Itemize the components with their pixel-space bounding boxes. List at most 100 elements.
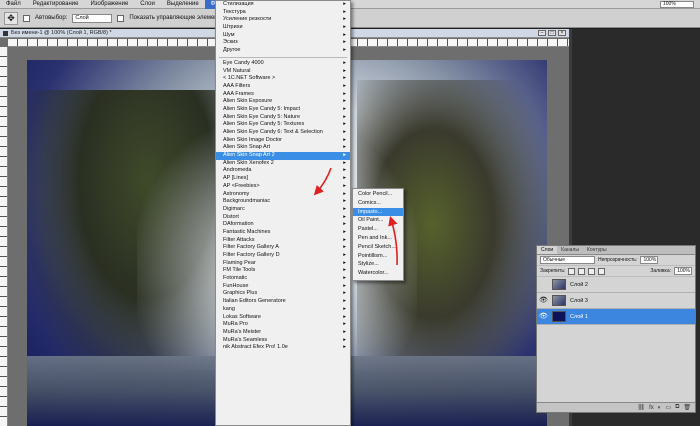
filter-menu-item[interactable]: kang (216, 306, 350, 314)
filter-menu-item[interactable]: Alien Skin Eye Candy 5: Impact (216, 106, 350, 114)
lock-transparency-icon[interactable] (568, 267, 576, 275)
menu-select[interactable]: Выделение (161, 0, 205, 9)
vertical-ruler[interactable] (0, 47, 8, 426)
submenu-item[interactable]: Pen and Ink... (353, 234, 403, 243)
filter-menu-item[interactable]: Filter Factory Gallery A (216, 244, 350, 252)
layer-style-icon[interactable]: fx (649, 405, 654, 411)
fill-field[interactable]: 100% (674, 267, 692, 275)
filter-menu-item[interactable]: Эскиз (216, 39, 350, 47)
filter-menu-item[interactable]: MuRa's Meister (216, 329, 350, 337)
blend-row: Обычные Непрозрачность: 100% (537, 255, 695, 266)
filter-menu-item[interactable]: Alien Skin Eye Candy 5: Nature (216, 114, 350, 122)
filter-menu-item[interactable]: Graphics Plus (216, 290, 350, 298)
menu-image[interactable]: Изображение (84, 0, 134, 9)
filter-menu-item[interactable]: Стилизация (216, 1, 350, 9)
filter-menu-item[interactable]: Текстура (216, 9, 350, 17)
lock-label: Закрепить: (540, 268, 566, 274)
filter-menu-item[interactable]: MuRa's Seamless (216, 337, 350, 345)
opacity-field[interactable]: 100% (640, 256, 659, 264)
zoom-field[interactable]: 100% (660, 0, 694, 8)
filter-menu-item[interactable]: DAformation (216, 221, 350, 229)
close-button[interactable]: × (558, 30, 566, 36)
filter-menu-item[interactable]: Astronomy (216, 191, 350, 199)
filter-menu-item[interactable]: Eye Candy 4000 (216, 60, 350, 68)
filter-menu-item[interactable]: VM Natural (216, 68, 350, 76)
filter-menu-item[interactable]: AAA Frames (216, 91, 350, 99)
filter-menu-item[interactable]: Alien Skin Eye Candy 5: Textures (216, 121, 350, 129)
lock-all-icon[interactable] (598, 267, 606, 275)
window-controls: – □ × (538, 30, 569, 36)
filter-menu-item[interactable]: nik Abstract Efex Pro! 1.0e (216, 344, 350, 352)
filter-menu-item[interactable]: Alien Skin Image Doctor (216, 137, 350, 145)
blend-mode-dropdown[interactable]: Обычные (540, 256, 595, 264)
tab-paths[interactable]: Контуры (583, 246, 611, 254)
filter-menu-item[interactable]: Alien Skin Exposure (216, 98, 350, 106)
filter-menu-item[interactable]: Andromeda (216, 167, 350, 175)
submenu-item[interactable]: Watercolor... (353, 269, 403, 278)
filter-menu-item[interactable]: Fantastic Machines (216, 229, 350, 237)
filter-menu: СтилизацияТекстураУсиление резкостиШтрих… (215, 0, 351, 426)
filter-menu-item[interactable]: Italian Editors Generatore (216, 298, 350, 306)
filter-menu-item[interactable]: Lokas Software (216, 314, 350, 322)
filter-menu-item[interactable]: < 1C.NET Software > (216, 75, 350, 83)
filter-menu-item[interactable]: AP [Lines] (216, 175, 350, 183)
visibility-eye-icon[interactable]: 👁 (539, 312, 548, 321)
submenu-item[interactable]: Stylize... (353, 260, 403, 269)
menu-edit[interactable]: Редактирование (27, 0, 85, 9)
submenu-item-highlighted[interactable]: Impasto... (353, 207, 403, 217)
new-layer-icon[interactable]: ⧉ (675, 404, 679, 411)
menu-file[interactable]: Файл (0, 0, 27, 9)
autoselect-dropdown[interactable]: Слой (72, 13, 113, 23)
lock-pixels-icon[interactable] (578, 267, 586, 275)
tab-layers[interactable]: Слои (537, 246, 558, 254)
submenu-item[interactable]: Color Pencil... (353, 190, 403, 199)
filter-menu-item[interactable]: Alien Skin Snap Art (216, 144, 350, 152)
minimize-button[interactable]: – (538, 30, 546, 36)
filter-menu-item[interactable]: MuRa Pro (216, 321, 350, 329)
filter-menu-item[interactable]: Backgroundmaniac (216, 198, 350, 206)
maximize-button[interactable]: □ (548, 30, 556, 36)
filter-menu-item-highlighted[interactable]: Alien Skin Snap Art 2 (216, 152, 350, 160)
delete-layer-icon[interactable]: 🗑 (683, 404, 691, 411)
layers-panel-tabs: Слои Каналы Контуры (537, 246, 695, 255)
lock-position-icon[interactable] (588, 267, 596, 275)
visibility-eye-icon[interactable]: 👁 (539, 296, 548, 305)
menu-layers[interactable]: Слои (134, 0, 161, 9)
mask-icon[interactable]: ◐ (658, 405, 662, 411)
submenu-item[interactable]: Pencil Sketch... (353, 243, 403, 252)
new-group-icon[interactable]: ▭ (665, 404, 671, 411)
visibility-toggle-icon[interactable] (539, 280, 548, 289)
layer-row[interactable]: Слой 2 (537, 277, 695, 293)
filter-menu-item[interactable]: Alien Skin Eye Candy 6: Text & Selection (216, 129, 350, 137)
submenu-item[interactable]: Pointillism... (353, 252, 403, 261)
filter-menu-item[interactable]: Усиление резкости (216, 16, 350, 24)
show-controls-checkbox[interactable] (117, 14, 125, 22)
filter-menu-item[interactable]: FM Tile Tools (216, 267, 350, 275)
submenu-item[interactable]: Pastel... (353, 225, 403, 234)
autoselect-checkbox[interactable] (23, 14, 30, 22)
filter-menu-item[interactable]: Filter Attacks (216, 237, 350, 245)
filter-menu-item[interactable]: Alien Skin Xenofex 2 (216, 160, 350, 168)
link-layers-icon[interactable]: ⛓ (637, 404, 645, 411)
filter-menu-item[interactable]: Flaming Pear (216, 260, 350, 268)
filter-menu-item[interactable]: FunHouse (216, 283, 350, 291)
move-tool-icon[interactable]: ✥ (4, 11, 18, 25)
filter-menu-item[interactable]: Fotomatic (216, 275, 350, 283)
layer-row-selected[interactable]: 👁 Слой 1 (537, 309, 695, 325)
filter-menu-item[interactable]: Шум (216, 32, 350, 40)
tab-channels[interactable]: Каналы (557, 246, 583, 254)
menu-separator (219, 56, 347, 58)
filter-menu-item[interactable]: Digimarc (216, 206, 350, 214)
filter-menu-item[interactable]: AP <Freebies> (216, 183, 350, 191)
filter-menu-item[interactable]: Filter Factory Gallery D (216, 252, 350, 260)
submenu-item[interactable]: Comics... (353, 199, 403, 208)
filter-menu-item[interactable]: Distort (216, 214, 350, 222)
filter-menu-item[interactable]: AAA Filters (216, 83, 350, 91)
filter-menu-item[interactable]: Штрихи (216, 24, 350, 32)
submenu-item[interactable]: Oil Paint... (353, 216, 403, 225)
layer-row[interactable]: 👁 Слой 3 (537, 293, 695, 309)
layer-thumbnail (552, 311, 566, 322)
filter-menu-item[interactable]: Другое (216, 47, 350, 55)
layer-thumbnail (552, 279, 566, 290)
lock-row: Закрепить: Заливка: 100% (537, 266, 695, 277)
